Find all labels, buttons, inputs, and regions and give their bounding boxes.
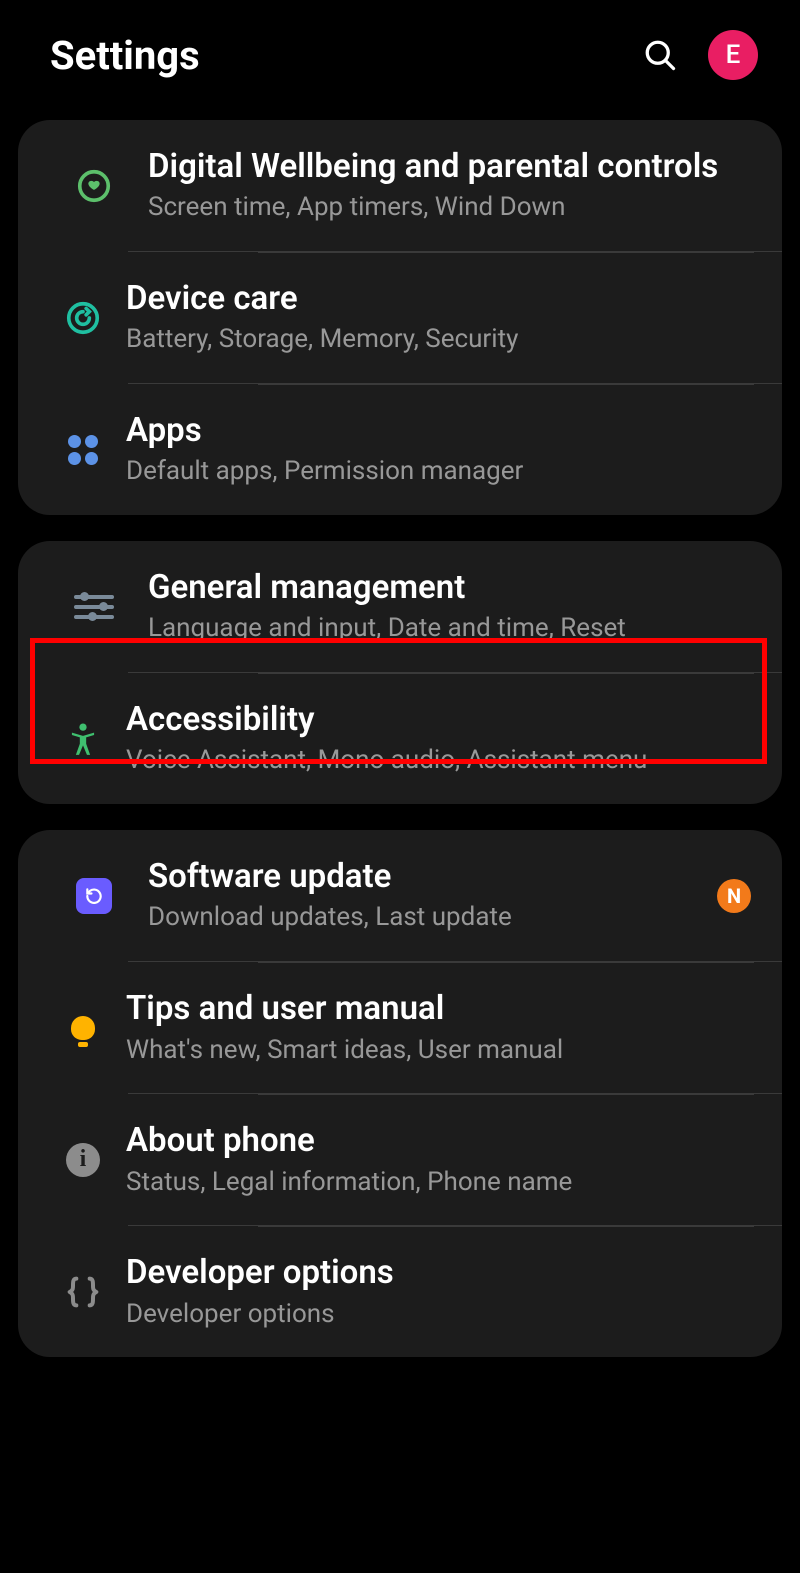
avatar-letter: E: [726, 40, 741, 70]
row-title: Tips and user manual: [126, 988, 754, 1029]
row-digital-wellbeing[interactable]: Digital Wellbeing and parental controls …: [18, 120, 782, 251]
row-title: Software update: [148, 856, 714, 897]
text-col: General management Language and input, D…: [148, 567, 754, 646]
row-tips[interactable]: Tips and user manual What's new, Smart i…: [128, 961, 782, 1093]
row-subtitle: Developer options: [126, 1298, 754, 1332]
settings-group-3: Software update Download updates, Last u…: [18, 830, 782, 1357]
icon-col: [18, 718, 126, 760]
row-software-update[interactable]: Software update Download updates, Last u…: [18, 830, 782, 961]
row-title: Developer options: [126, 1252, 754, 1293]
page-title: Settings: [50, 32, 200, 79]
braces-icon: [62, 1271, 104, 1313]
row-about-phone[interactable]: i About phone Status, Legal information,…: [128, 1093, 782, 1225]
row-subtitle: Default apps, Permission manager: [126, 455, 754, 489]
row-subtitle: Download updates, Last update: [148, 901, 714, 935]
row-device-care[interactable]: Device care Battery, Storage, Memory, Se…: [128, 251, 782, 383]
device-care-icon: [62, 297, 104, 339]
icon-col: [40, 586, 148, 628]
text-col: Developer options Developer options: [126, 1252, 754, 1331]
row-subtitle: Voice Assistant, Mono audio, Assistant m…: [126, 744, 754, 778]
row-title: Apps: [126, 410, 754, 451]
row-subtitle: What's new, Smart ideas, User manual: [126, 1034, 754, 1068]
apps-icon: [62, 429, 104, 471]
lightbulb-icon: [62, 1007, 104, 1049]
icon-col: [18, 429, 126, 471]
header-actions: E: [640, 30, 758, 80]
text-col: About phone Status, Legal information, P…: [126, 1120, 754, 1199]
row-accessibility[interactable]: Accessibility Voice Assistant, Mono audi…: [128, 672, 782, 804]
row-subtitle: Screen time, App timers, Wind Down: [148, 191, 754, 225]
wellbeing-icon: [73, 165, 115, 207]
icon-col: [40, 875, 148, 917]
text-col: Accessibility Voice Assistant, Mono audi…: [126, 699, 754, 778]
notification-badge: N: [717, 879, 751, 913]
text-col: Apps Default apps, Permission manager: [126, 410, 754, 489]
icon-col: [40, 165, 148, 207]
accessibility-icon: [62, 718, 104, 760]
text-col: Digital Wellbeing and parental controls …: [148, 146, 754, 225]
row-title: General management: [148, 567, 754, 608]
row-title: About phone: [126, 1120, 754, 1161]
icon-col: [18, 1007, 126, 1049]
row-developer-options[interactable]: Developer options Developer options: [128, 1225, 782, 1357]
badge-col: N: [714, 879, 754, 913]
row-title: Device care: [126, 278, 754, 319]
text-col: Tips and user manual What's new, Smart i…: [126, 988, 754, 1067]
row-subtitle: Battery, Storage, Memory, Security: [126, 323, 754, 357]
profile-avatar[interactable]: E: [708, 30, 758, 80]
row-title: Digital Wellbeing and parental controls: [148, 146, 754, 187]
row-general-management[interactable]: General management Language and input, D…: [18, 541, 782, 672]
text-col: Device care Battery, Storage, Memory, Se…: [126, 278, 754, 357]
row-title: Accessibility: [126, 699, 754, 740]
header: Settings E: [0, 0, 800, 110]
row-subtitle: Status, Legal information, Phone name: [126, 1166, 754, 1200]
icon-col: i: [18, 1139, 126, 1181]
icon-col: [18, 297, 126, 339]
row-subtitle: Language and input, Date and time, Reset: [148, 612, 754, 646]
row-apps[interactable]: Apps Default apps, Permission manager: [128, 383, 782, 515]
text-col: Software update Download updates, Last u…: [148, 856, 714, 935]
sliders-icon: [73, 586, 115, 628]
search-button[interactable]: [640, 35, 680, 75]
icon-col: [18, 1271, 126, 1313]
settings-group-1: Digital Wellbeing and parental controls …: [18, 120, 782, 515]
search-icon: [642, 37, 678, 73]
settings-group-2: General management Language and input, D…: [18, 541, 782, 804]
software-update-icon: [73, 875, 115, 917]
info-icon: i: [62, 1139, 104, 1181]
